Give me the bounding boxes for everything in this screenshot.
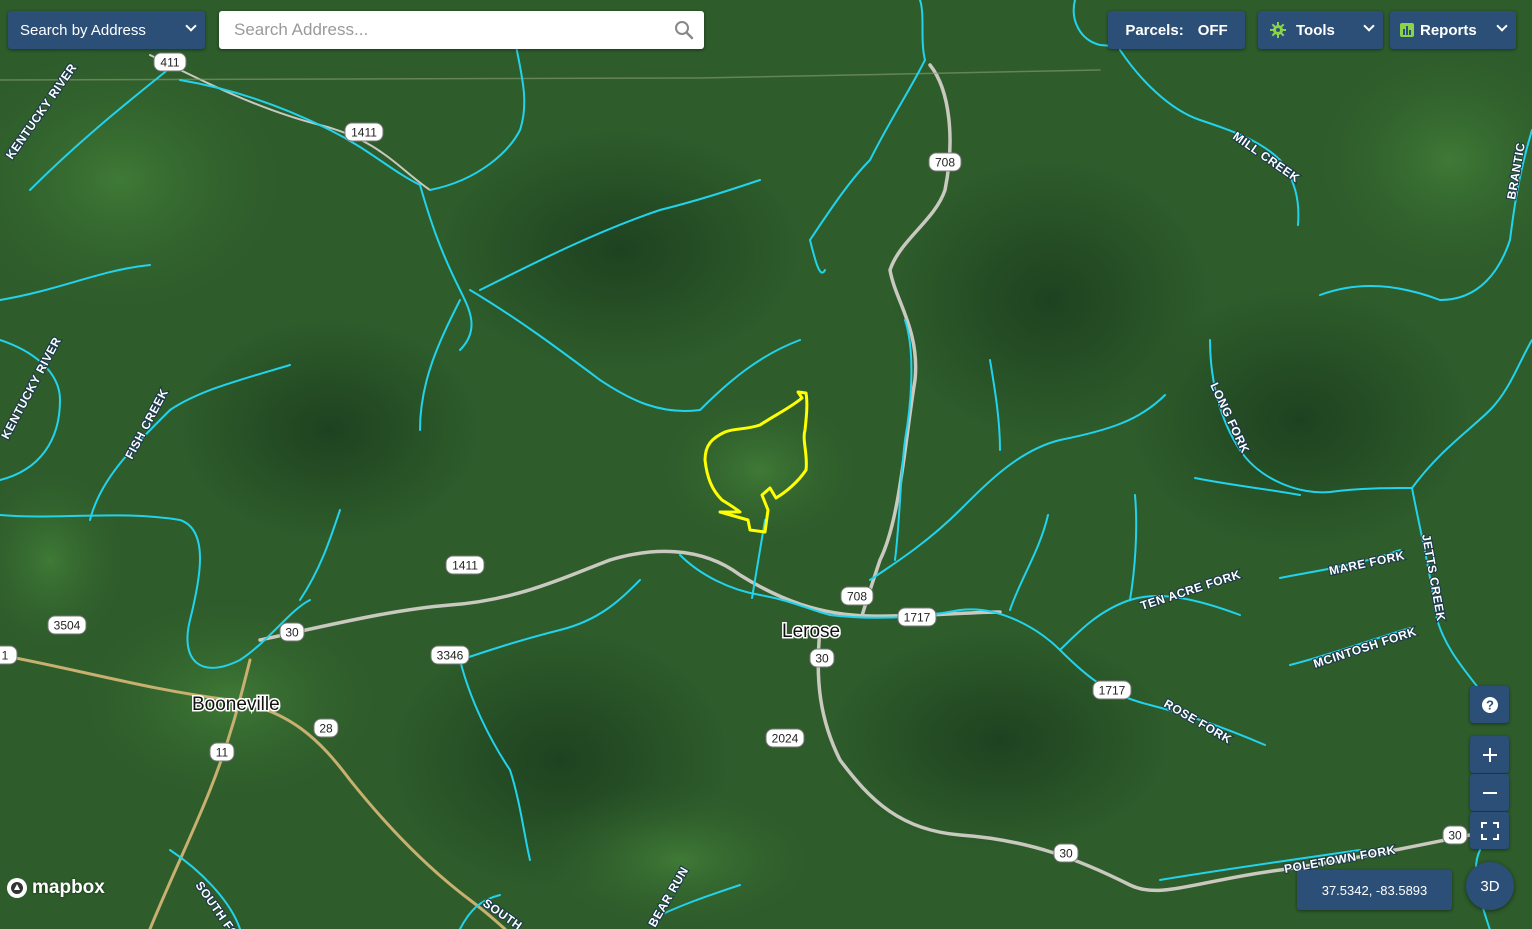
route-shield-label: 1717	[904, 611, 931, 625]
plus-icon	[1482, 747, 1497, 762]
fullscreen-icon	[1480, 821, 1499, 840]
route-shield-30: 30	[1053, 843, 1079, 863]
route-shield-label: 708	[847, 590, 867, 604]
route-shield-label: 1411	[351, 126, 377, 140]
route-shield-708: 708	[928, 152, 962, 172]
route-shield-label: 30	[285, 626, 299, 640]
route-shield-label: 30	[1448, 829, 1462, 843]
mapbox-icon	[7, 878, 27, 898]
route-shield-411: 411	[153, 52, 187, 72]
search-icon[interactable]	[674, 20, 694, 40]
search-input[interactable]	[232, 11, 666, 49]
parcels-label: Parcels:	[1125, 21, 1184, 39]
parcels-toggle[interactable]: Parcels: OFF	[1108, 11, 1245, 49]
gear-icon	[1270, 22, 1286, 38]
search-mode-dropdown[interactable]: Search by Address	[8, 11, 205, 49]
route-shield-11: 11	[209, 742, 235, 762]
search-box[interactable]	[219, 11, 704, 49]
bar-chart-icon	[1400, 23, 1414, 37]
zoom-out-button[interactable]	[1470, 774, 1509, 811]
reports-label: Reports	[1420, 21, 1477, 39]
route-shield-28: 28	[313, 718, 339, 738]
route-shield-1: 1	[0, 645, 18, 665]
route-shield-30: 30	[279, 622, 305, 642]
chevron-down-icon	[1496, 20, 1508, 32]
route-shield-label: 3504	[54, 619, 81, 633]
tools-label: Tools	[1296, 21, 1335, 39]
route-shield-1411: 1411	[445, 555, 485, 575]
fullscreen-button[interactable]	[1470, 812, 1509, 849]
search-mode-label: Search by Address	[20, 21, 146, 39]
reports-dropdown[interactable]: Reports	[1390, 11, 1516, 49]
route-shield-3504: 3504	[47, 615, 87, 635]
3d-toggle-button[interactable]: 3D	[1466, 862, 1514, 910]
route-shield-label: 30	[815, 652, 829, 666]
route-shield-30: 30	[1442, 825, 1468, 845]
route-shield-30: 30	[809, 648, 835, 668]
tools-dropdown[interactable]: Tools	[1258, 11, 1383, 49]
chevron-down-icon	[185, 20, 197, 32]
route-shield-3346: 3346	[430, 645, 470, 665]
route-shield-label: 411	[160, 56, 179, 70]
route-shield-1411: 1411	[344, 122, 384, 142]
route-shield-label: 1717	[1099, 684, 1126, 698]
route-shield-label: 28	[319, 722, 333, 736]
attribution-label: mapbox	[32, 877, 105, 898]
route-shield-2024: 2024	[765, 728, 805, 748]
help-button[interactable]: ?	[1470, 686, 1509, 723]
route-shield-label: 3346	[437, 649, 464, 663]
coordinates-display: 37.5342, -83.5893	[1297, 870, 1452, 910]
map-canvas[interactable]: 4111411141114117087081717171730303030350…	[0, 0, 1532, 929]
route-shield-label: 1411	[452, 559, 478, 573]
route-shield-label: 30	[1059, 847, 1073, 861]
route-shield-708: 708	[840, 586, 874, 606]
zoom-in-button[interactable]	[1470, 736, 1509, 773]
route-shield-1717: 1717	[1092, 680, 1132, 700]
route-shield-label: 11	[216, 746, 229, 760]
parcels-state: OFF	[1197, 21, 1228, 39]
route-shield-label: 1	[2, 649, 9, 663]
mapbox-logo[interactable]: mapbox	[5, 876, 105, 900]
route-shield-1717: 1717	[897, 607, 937, 627]
svg-text:?: ?	[1486, 697, 1494, 712]
town-label-lerose: Lerose	[782, 621, 840, 642]
question-icon: ?	[1481, 696, 1498, 713]
minus-icon	[1482, 791, 1497, 794]
chevron-down-icon	[1363, 20, 1375, 32]
route-shield-label: 2024	[772, 732, 799, 746]
route-shield-label: 708	[935, 156, 955, 170]
town-label-booneville: Booneville	[192, 694, 280, 715]
